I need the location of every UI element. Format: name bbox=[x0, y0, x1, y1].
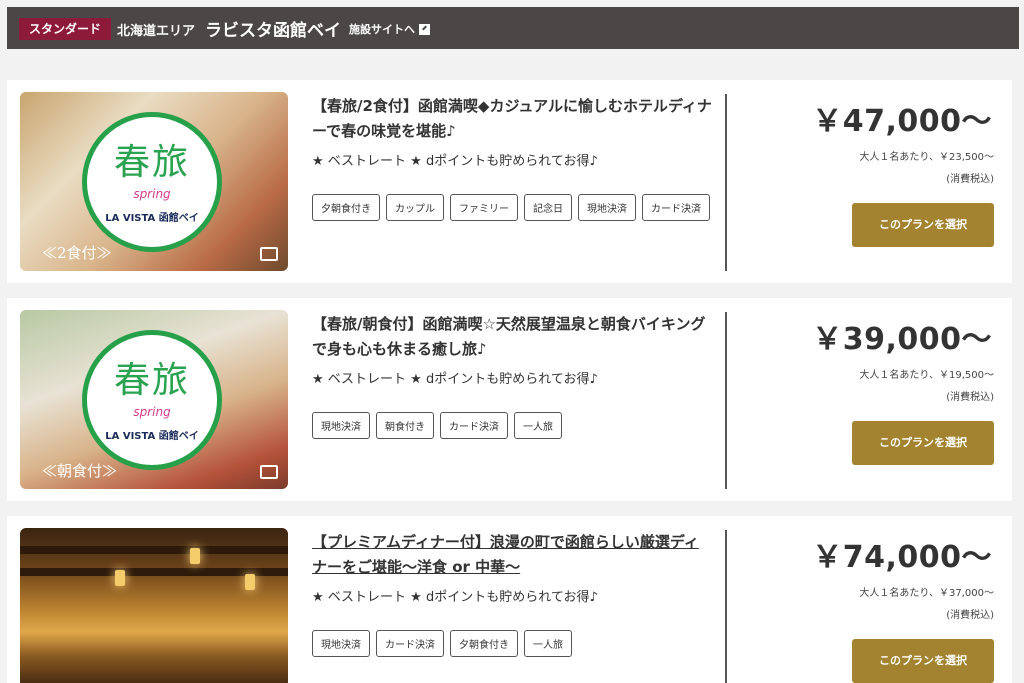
plan-tag: 現地決済 bbox=[312, 630, 370, 657]
plan-image[interactable] bbox=[20, 528, 288, 683]
poster-headline: 春旅 bbox=[113, 360, 190, 401]
lantern bbox=[190, 548, 200, 564]
select-plan-button[interactable]: このプランを選択 bbox=[852, 203, 994, 247]
poster-brand: LA VISTA 函館ベイ bbox=[105, 213, 199, 224]
plan-tags: 現地決済 朝食付き カード決済 一人旅 bbox=[312, 412, 712, 439]
per-person-price: 大人１名あたり、￥19,500～ bbox=[859, 370, 994, 381]
area-label[interactable]: 北海道エリア bbox=[117, 20, 195, 39]
plan-title[interactable]: 【春旅/朝食付】函館満喫☆天然展望温泉と朝食バイキングで身も心も休まる癒し旅♪ bbox=[312, 312, 712, 362]
poster-brand: LA VISTA 函館ベイ bbox=[105, 431, 199, 442]
plan-price: ￥74,000～ bbox=[812, 540, 992, 575]
plan-tag: 記念日 bbox=[524, 194, 572, 221]
poster-headline: 春旅 bbox=[113, 142, 190, 183]
ceiling-beam bbox=[20, 546, 288, 554]
plan-image[interactable]: 春旅 spring LA VISTA 函館ベイ ≪2食付≫ bbox=[20, 92, 288, 271]
plan-card: 春旅 spring LA VISTA 函館ベイ ≪朝食付≫ 【春旅/朝食付】函館… bbox=[7, 298, 1012, 501]
tax-note: (消費税込) bbox=[946, 174, 994, 185]
gallery-icon[interactable] bbox=[260, 247, 278, 261]
divider bbox=[725, 312, 727, 489]
plan-tag: ファミリー bbox=[450, 194, 518, 221]
divider bbox=[725, 94, 727, 271]
plan-tag: 夕朝食付き bbox=[312, 194, 380, 221]
tax-note: (消費税込) bbox=[946, 610, 994, 621]
best-rate-note: ★ ベストレート ★ dポイントも貯められてお得♪ bbox=[312, 372, 598, 387]
best-rate-note: ★ ベストレート ★ dポイントも貯められてお得♪ bbox=[312, 590, 598, 605]
external-link-icon bbox=[419, 23, 430, 35]
plan-title[interactable]: 【春旅/2食付】函館満喫◆カジュアルに愉しむホテルディナーで春の味覚を堪能♪ bbox=[312, 94, 712, 144]
meal-caption: ≪2食付≫ bbox=[42, 244, 112, 262]
plan-price: ￥47,000～ bbox=[812, 104, 992, 139]
spring-trip-logo: 春旅 spring LA VISTA 函館ベイ bbox=[82, 330, 222, 470]
lantern bbox=[115, 570, 125, 586]
plan-card: 【プレミアムディナー付】浪漫の町で函館らしい厳選ディナーをご堪能～洋食 or 中… bbox=[7, 516, 1012, 683]
divider bbox=[725, 530, 727, 683]
plan-tag: 現地決済 bbox=[312, 412, 370, 439]
select-plan-button[interactable]: このプランを選択 bbox=[852, 639, 994, 683]
facility-site-link-label: 施設サイトへ bbox=[349, 23, 415, 36]
plan-card: 春旅 spring LA VISTA 函館ベイ ≪2食付≫ 【春旅/2食付】函館… bbox=[7, 80, 1012, 283]
plan-price: ￥39,000～ bbox=[812, 322, 992, 357]
poster-sub: spring bbox=[133, 405, 171, 419]
poster-sub: spring bbox=[133, 187, 171, 201]
gallery-icon[interactable] bbox=[260, 465, 278, 479]
plan-tags: 夕朝食付き カップル ファミリー 記念日 現地決済 カード決済 bbox=[312, 194, 712, 221]
plan-tag: 朝食付き bbox=[376, 412, 434, 439]
plan-tag: カップル bbox=[386, 194, 444, 221]
select-plan-button[interactable]: このプランを選択 bbox=[852, 421, 994, 465]
plan-tag: カード決済 bbox=[642, 194, 710, 221]
plan-image[interactable]: 春旅 spring LA VISTA 函館ベイ ≪朝食付≫ bbox=[20, 310, 288, 489]
spring-trip-logo: 春旅 spring LA VISTA 函館ベイ bbox=[82, 112, 222, 252]
plan-tag: 一人旅 bbox=[524, 630, 572, 657]
hotel-name: ラビスタ函館ベイ bbox=[205, 21, 341, 41]
per-person-price: 大人１名あたり、￥23,500～ bbox=[859, 152, 994, 163]
plan-title[interactable]: 【プレミアムディナー付】浪漫の町で函館らしい厳選ディナーをご堪能～洋食 or 中… bbox=[312, 530, 712, 580]
plan-type-badge: スタンダード bbox=[19, 18, 112, 40]
header-bar: スタンダード 北海道エリア ラビスタ函館ベイ 施設サイトへ bbox=[7, 7, 1019, 49]
meal-caption: ≪朝食付≫ bbox=[42, 462, 118, 480]
plan-tags: 現地決済 カード決済 夕朝食付き 一人旅 bbox=[312, 630, 712, 657]
plan-tag: 夕朝食付き bbox=[450, 630, 518, 657]
plan-tag: 一人旅 bbox=[514, 412, 562, 439]
best-rate-note: ★ ベストレート ★ dポイントも貯められてお得♪ bbox=[312, 154, 598, 169]
lantern bbox=[245, 574, 255, 590]
plan-tag: 現地決済 bbox=[578, 194, 636, 221]
facility-site-link[interactable]: 施設サイトへ bbox=[349, 21, 430, 37]
plan-tag: カード決済 bbox=[376, 630, 444, 657]
plan-tag: カード決済 bbox=[440, 412, 508, 439]
tax-note: (消費税込) bbox=[946, 392, 994, 403]
per-person-price: 大人１名あたり、￥37,000～ bbox=[859, 588, 994, 599]
